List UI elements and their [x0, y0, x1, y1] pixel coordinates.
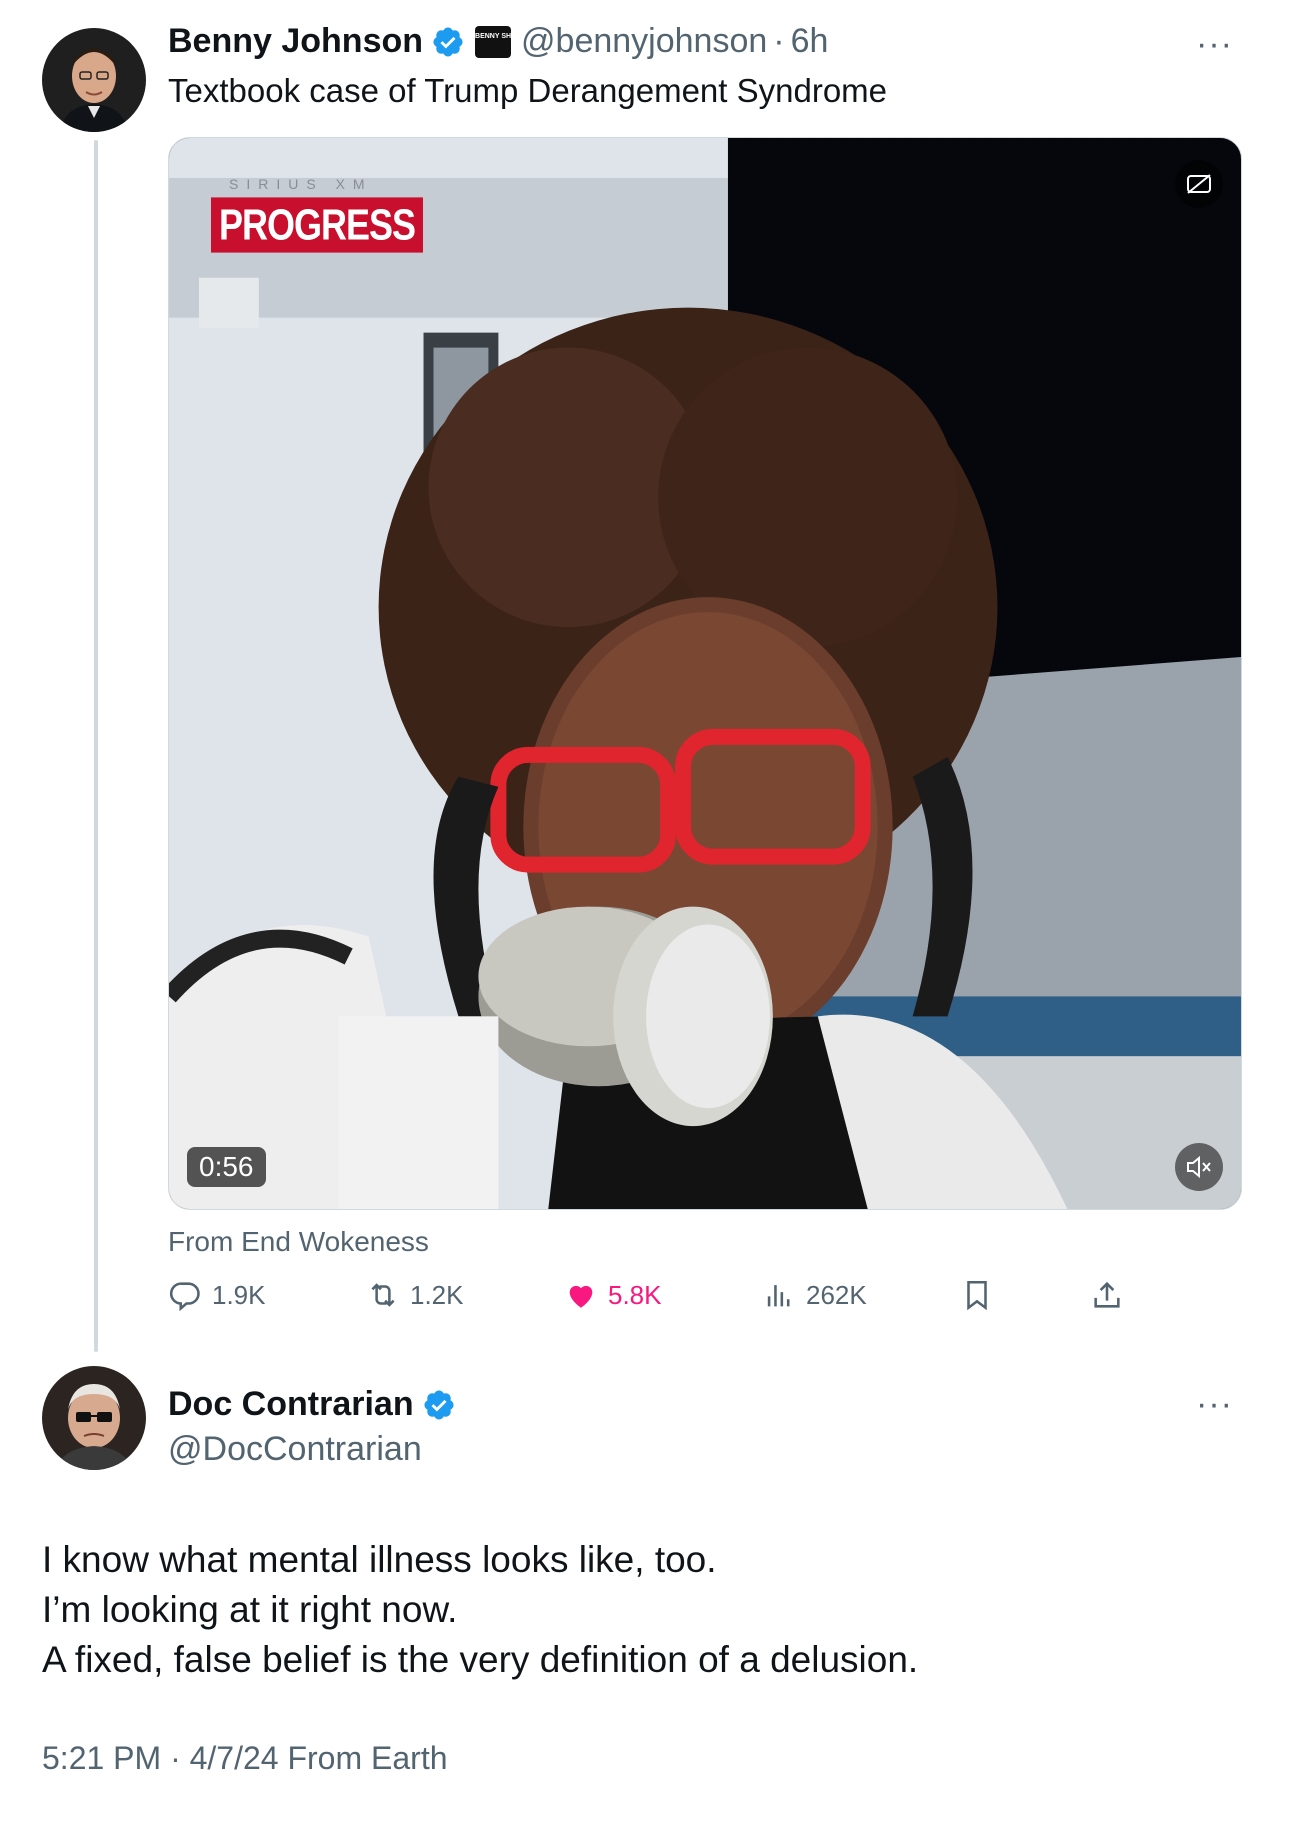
more-icon[interactable]: ···: [1196, 27, 1233, 61]
video-frame: [169, 138, 1241, 1209]
tweet2-line: I’m looking at it right now.: [42, 1589, 458, 1630]
like-count: 5.8K: [608, 1279, 662, 1310]
tweet2-line: A fixed, false belief is the very defini…: [42, 1639, 919, 1680]
heart-icon: [569, 1285, 593, 1308]
affiliate-badge[interactable]: BENNY SHOW: [475, 25, 523, 58]
reply-button[interactable]: 1.9K: [168, 1278, 266, 1312]
more-icon[interactable]: ···: [1196, 1387, 1233, 1421]
reply-icon: [169, 1282, 200, 1312]
views-count: 262K: [806, 1279, 867, 1310]
verified-badge-icon: [424, 1389, 454, 1420]
network-watermark: SIRIUS XM: [229, 176, 373, 192]
tweet1-action-bar: 1.9K 1.2K 5.8K 262K: [168, 1278, 1148, 1324]
avatar-benny-johnson[interactable]: [42, 28, 146, 132]
post-time[interactable]: 6h: [791, 22, 829, 61]
tweet2-header: Doc Contrarian @DocContrarian: [168, 1385, 456, 1469]
repost-button[interactable]: 1.2K: [366, 1278, 464, 1312]
separator-dot: ·: [773, 22, 785, 60]
mute-icon[interactable]: [1175, 1143, 1223, 1191]
like-button[interactable]: 5.8K: [564, 1278, 662, 1312]
reply-count: 1.9K: [212, 1279, 266, 1310]
progress-logo: PROGRESS: [211, 197, 424, 253]
repost-count: 1.2K: [410, 1279, 464, 1310]
share-button[interactable]: [1090, 1278, 1134, 1312]
tweet1-text: Textbook case of Trump Derangement Syndr…: [168, 72, 888, 109]
avatar-doc-contrarian[interactable]: [42, 1366, 146, 1470]
author-name[interactable]: Doc Contrarian: [168, 1385, 414, 1424]
author-name[interactable]: Benny Johnson: [168, 22, 423, 61]
thread-connector-line: [94, 140, 98, 1352]
share-icon: [1094, 1281, 1120, 1308]
author-handle[interactable]: @bennyjohnson: [521, 22, 767, 61]
tweet1-header: Benny Johnson BENNY SHOW @bennyjohnson ·…: [168, 22, 828, 61]
video-player[interactable]: SIRIUS XM PROGRESS 0:56: [168, 137, 1242, 1210]
video-source-attribution[interactable]: From End Wokeness: [168, 1226, 429, 1258]
captions-icon[interactable]: [1175, 160, 1223, 208]
views-icon: [767, 1285, 790, 1307]
author-handle[interactable]: @DocContrarian: [168, 1430, 456, 1469]
views-button[interactable]: 262K: [762, 1278, 867, 1312]
bookmark-icon: [967, 1280, 987, 1311]
repost-icon: [371, 1283, 395, 1307]
tweet2-body: I know what mental illness looks like, t…: [42, 1535, 918, 1685]
bookmark-button[interactable]: [960, 1278, 1004, 1312]
video-duration: 0:56: [187, 1147, 266, 1187]
tweet2-line: I know what mental illness looks like, t…: [42, 1539, 717, 1580]
tweet2-timestamp[interactable]: 5:21 PM · 4/7/24 From Earth: [42, 1740, 448, 1777]
verified-badge-icon: [433, 26, 463, 57]
